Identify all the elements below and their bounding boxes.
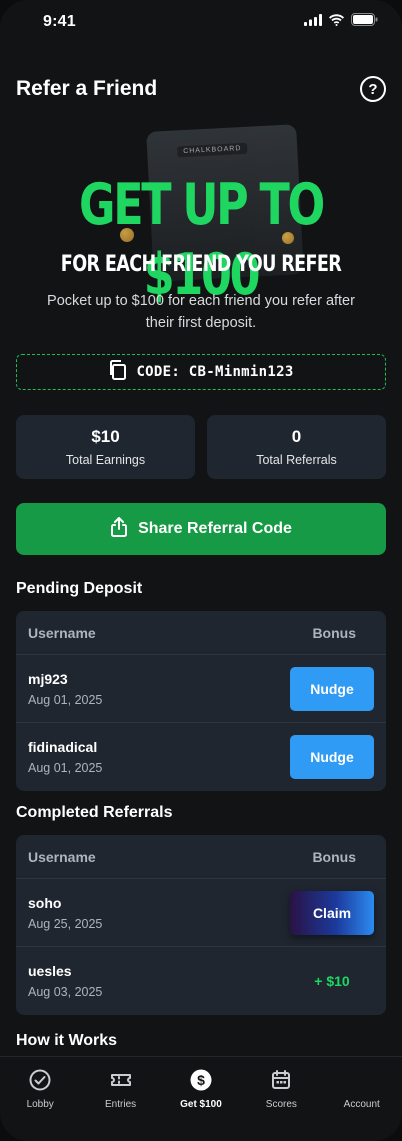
stats-row: $10 Total Earnings 0 Total Referrals xyxy=(16,415,386,479)
bonus-amount: + $10 xyxy=(314,973,350,989)
user-cell: mj923 Aug 01, 2025 xyxy=(28,671,102,707)
column-bonus: Bonus xyxy=(312,848,356,865)
table-header: Username Bonus xyxy=(16,611,386,655)
referral-date: Aug 01, 2025 xyxy=(28,761,103,775)
tab-lobby[interactable]: Lobby xyxy=(1,1057,79,1141)
claim-button[interactable]: Claim xyxy=(290,890,374,935)
column-bonus: Bonus xyxy=(312,624,356,641)
cellular-signal-icon xyxy=(304,13,322,31)
tab-scores[interactable]: Scores xyxy=(242,1057,320,1141)
table-row: soho Aug 25, 2025 Claim xyxy=(16,879,386,947)
status-time: 9:41 xyxy=(43,13,76,30)
referral-code-text: CODE: CB-Minmin123 xyxy=(136,364,294,380)
wifi-icon xyxy=(328,13,345,31)
completed-section-title: Completed Referrals xyxy=(16,804,173,821)
ticket-icon xyxy=(110,1069,132,1091)
hero-subheadline: FOR EACH FRIEND YOU REFER xyxy=(60,252,342,277)
share-button-label: Share Referral Code xyxy=(138,520,292,537)
hero-banner: CHALKBOARD GET UP TO $100 FOR EACH FRIEN… xyxy=(0,120,402,340)
user-cell: uesles Aug 03, 2025 xyxy=(28,963,102,999)
column-username: Username xyxy=(28,624,96,641)
table-header: Username Bonus xyxy=(16,835,386,879)
stat-label: Total Earnings xyxy=(65,453,146,467)
question-circle-icon[interactable]: ? xyxy=(360,76,386,102)
tab-get-100[interactable]: $ Get $100 xyxy=(162,1057,240,1141)
username: mj923 xyxy=(28,670,68,687)
column-username: Username xyxy=(28,848,96,865)
tab-label: Entries xyxy=(105,1099,137,1110)
nudge-button[interactable]: Nudge xyxy=(290,666,374,711)
copy-icon[interactable] xyxy=(108,359,127,385)
referral-date: Aug 01, 2025 xyxy=(28,692,103,707)
bottom-tab-bar: Lobby Entries $ Get $100 Scores Account xyxy=(0,1056,402,1141)
dollar-circle-icon: $ xyxy=(190,1069,212,1091)
hero-description: Pocket up to $100 for each friend you re… xyxy=(47,293,355,331)
share-icon xyxy=(110,516,128,542)
table-row: mj923 Aug 01, 2025 Nudge xyxy=(16,655,386,723)
table-row: fidinadical Aug 01, 2025 Nudge xyxy=(16,723,386,791)
tab-entries[interactable]: Entries xyxy=(82,1057,160,1141)
user-cell: fidinadical Aug 01, 2025 xyxy=(28,739,102,775)
username: uesles xyxy=(28,963,72,979)
user-cell: soho Aug 25, 2025 xyxy=(28,895,102,931)
header: Refer a Friend ? xyxy=(16,72,386,106)
phone-screen: 9:41 Refer a Friend ? CHALKBOARD GET UP … xyxy=(0,0,402,1141)
how-it-works-title: How it Works xyxy=(16,1032,118,1049)
calendar-icon xyxy=(270,1069,292,1091)
battery-icon xyxy=(351,13,378,31)
table-row: uesles Aug 03, 2025 + $10 xyxy=(16,947,386,1015)
stat-card-earnings: $10 Total Earnings xyxy=(16,415,195,479)
hero-headline: GET UP TO $100 xyxy=(79,172,325,308)
status-bar: 9:41 xyxy=(0,0,402,44)
user-icon xyxy=(351,1069,373,1091)
tab-label: Account xyxy=(343,1099,380,1110)
tab-label: Get $100 xyxy=(180,1099,222,1110)
tab-label: Lobby xyxy=(26,1099,54,1110)
check-circle-icon xyxy=(29,1069,51,1091)
tab-label: Scores xyxy=(265,1099,297,1110)
referral-date: Aug 03, 2025 xyxy=(28,985,103,999)
page-title: Refer a Friend xyxy=(16,77,158,100)
username: soho xyxy=(28,894,62,911)
username: fidinadical xyxy=(28,739,98,755)
status-icons xyxy=(304,13,378,31)
nudge-button[interactable]: Nudge xyxy=(290,735,374,779)
stat-value: 0 xyxy=(291,427,302,446)
hero-art-brand: CHALKBOARD xyxy=(176,142,248,158)
share-referral-button[interactable]: Share Referral Code xyxy=(16,503,386,555)
svg-text:$: $ xyxy=(197,1072,205,1088)
referral-date: Aug 25, 2025 xyxy=(28,916,103,931)
stat-card-referrals: 0 Total Referrals xyxy=(207,415,386,479)
pending-section-title: Pending Deposit xyxy=(16,580,143,597)
pending-table: Username Bonus mj923 Aug 01, 2025 Nudge … xyxy=(16,611,386,791)
tab-account[interactable]: Account xyxy=(323,1057,401,1141)
stat-label: Total Referrals xyxy=(256,453,337,467)
referral-code-box[interactable]: CODE: CB-Minmin123 xyxy=(16,354,386,390)
completed-table: Username Bonus soho Aug 25, 2025 Claim u… xyxy=(16,835,386,1015)
stat-value: $10 xyxy=(91,427,120,446)
